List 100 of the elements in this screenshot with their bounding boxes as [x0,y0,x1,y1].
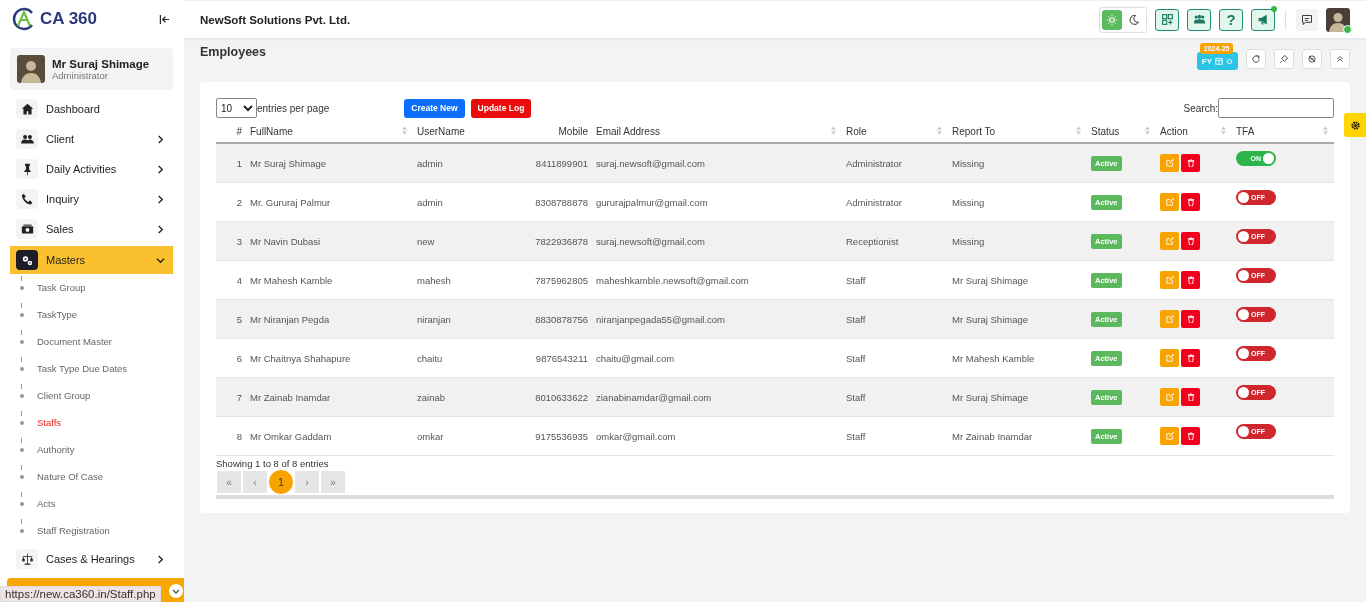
table-cell: omkar [413,416,508,456]
announce-button[interactable] [1251,8,1275,31]
submenu-item[interactable]: Staffs [37,417,62,428]
chat-icon [1301,13,1313,26]
trash-icon [1186,198,1195,206]
delete-button[interactable] [1181,349,1200,367]
page-title: Employees [200,45,266,59]
edit-button[interactable] [1160,232,1179,250]
column-header[interactable]: Status [1091,125,1120,137]
table-cell: 8830878756 [508,299,592,339]
edit-button[interactable] [1160,271,1179,289]
edit-button[interactable] [1160,388,1179,406]
hide-button[interactable] [1302,49,1322,69]
edit-icon [1165,393,1174,401]
pin-button[interactable] [1274,49,1294,69]
money-icon [20,222,34,236]
help-button[interactable]: ? [1219,8,1243,31]
submenu-item[interactable]: Document Master [37,336,112,347]
edit-button[interactable] [1160,349,1179,367]
table-cell: Staff [842,260,948,300]
submenu-item[interactable]: Acts [37,498,56,509]
delete-button[interactable] [1181,154,1200,172]
submenu-item[interactable]: Task Type Due Dates [37,363,128,374]
table-cell: 2 [216,182,246,222]
nav-item[interactable]: Masters [10,246,173,274]
edit-button[interactable] [1160,154,1179,172]
table-cell: Mr Zainab Inamdar [246,377,413,417]
column-header[interactable]: Action [1160,125,1188,137]
refresh-icon [1251,54,1261,64]
column-header[interactable]: TFA [1236,125,1255,137]
chevron-down-icon[interactable] [169,584,183,598]
nav-item[interactable]: Dashboard [10,94,173,124]
bullet-icon [20,474,24,479]
entries-info: Showing 1 to 8 of 8 entries [216,458,330,469]
trash-icon [1186,354,1195,362]
delete-button[interactable] [1181,310,1200,328]
table-cell: chaitu [413,338,508,378]
apps-button[interactable] [1155,8,1179,31]
submenu-item[interactable]: Authority [37,444,75,455]
table-cell: Staff [842,338,948,378]
users-button[interactable] [1187,8,1211,31]
submenu-item[interactable]: TaskType [37,309,78,320]
page-button[interactable]: 1 [268,469,294,495]
light-mode-button[interactable] [1102,9,1122,30]
submenu-item[interactable]: Staff Registration [37,525,110,536]
gear-icon [1226,57,1233,65]
column-header: # [236,125,242,137]
delete-button[interactable] [1181,271,1200,289]
table-cell: 3 [216,221,246,261]
collapse-button[interactable] [1330,49,1350,69]
theme-toggle[interactable] [1099,6,1147,33]
refresh-button[interactable] [1246,49,1266,69]
page-length-label: entries per page [257,102,330,114]
bullet-icon [20,393,24,398]
edit-button[interactable] [1160,193,1179,211]
search-label: Search: [1183,102,1218,114]
table-cell: niranjanpegada55@gmail.com [592,299,842,339]
trash-icon [1186,315,1195,323]
delete-button[interactable] [1181,427,1200,445]
settings-button[interactable] [1344,113,1366,137]
table-cell: gururajpalmur@gmail.com [592,182,842,222]
bullet-icon [20,501,24,506]
table-cell: admin [413,143,508,183]
submenu-item[interactable]: Nature Of Case [37,471,103,482]
nav-item[interactable]: Daily Activities [10,154,173,184]
nav-item[interactable]: Cases & Hearings [10,544,173,574]
table-cell: Staff [842,377,948,417]
edit-button[interactable] [1160,427,1179,445]
nav-item[interactable]: Sales [10,214,173,244]
nav-item[interactable]: Client [10,124,173,154]
column-header[interactable]: FullName [250,125,293,137]
create-new-button[interactable]: Create New [404,98,465,118]
nav-item[interactable]: Inquiry [10,184,173,214]
submenu-item[interactable]: Task Group [37,282,86,293]
collapse-sidebar-icon[interactable] [159,13,170,25]
table-cell: Mr Chaitnya Shahapure [246,338,413,378]
table-cell: 6 [216,338,246,378]
gears-icon [20,253,34,267]
delete-button[interactable] [1181,388,1200,406]
column-header[interactable]: Report To [952,125,996,137]
table-cell: niranjan [413,299,508,339]
avatar-icon [17,55,45,83]
column-header: UserName [417,125,465,137]
table-cell: Mr Zainab Inamdar [948,416,1087,456]
delete-button[interactable] [1181,232,1200,250]
submenu-item[interactable]: Client Group [37,390,91,401]
page-length-select[interactable]: 10 [216,98,257,118]
bullet-icon [20,528,24,533]
table-cell: 8 [216,416,246,456]
messages-button[interactable] [1296,8,1318,31]
edit-icon [1165,198,1174,206]
avatar-icon[interactable] [1326,7,1350,32]
search-field[interactable] [1218,98,1334,118]
delete-button[interactable] [1181,193,1200,211]
edit-button[interactable] [1160,310,1179,328]
table-cell: suraj.newsoft@gmail.com [592,221,842,261]
column-header[interactable]: Email Address [596,125,660,137]
update-log-button[interactable]: Update Log [470,98,532,118]
table-cell: Missing [948,182,1087,222]
column-header[interactable]: Role [846,125,867,137]
